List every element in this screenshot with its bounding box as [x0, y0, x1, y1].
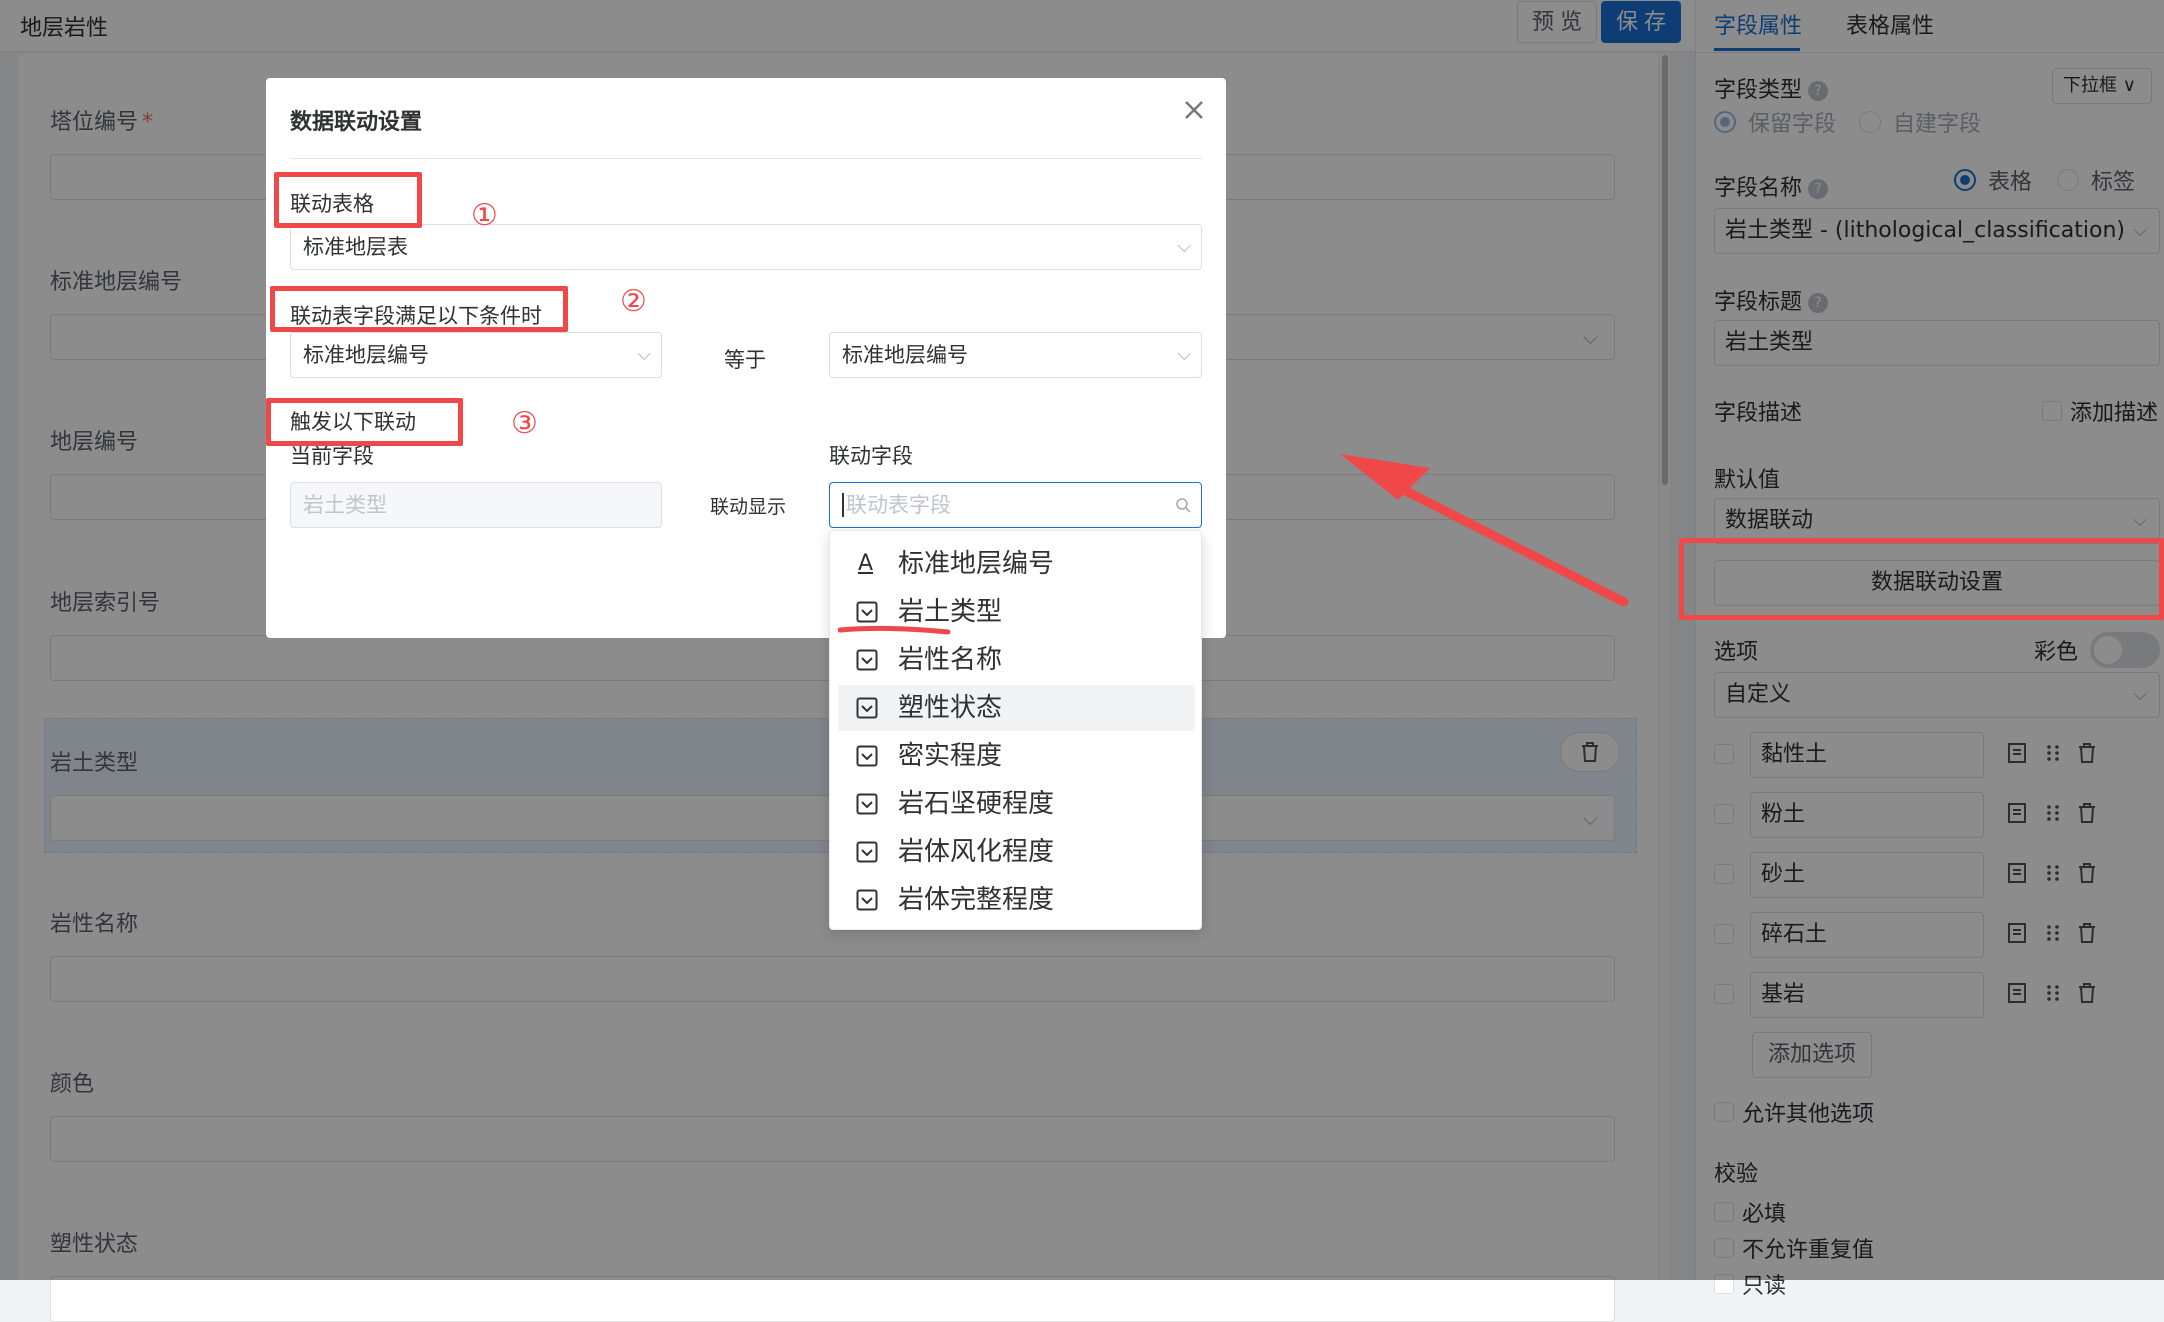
linked-field-dropdown: A 标准地层编号 岩土类型 岩性名称 塑性状态 密实程度 岩石坚硬程度 岩体风化程度 岩体完整程… [829, 530, 1202, 930]
select-icon [856, 841, 878, 863]
dropdown-item-label: 岩体完整程度 [898, 885, 1055, 915]
dropdown-item-label: 岩体风化程度 [898, 837, 1055, 867]
dropdown-item[interactable]: 塑性状态 [838, 685, 1195, 731]
dropdown-item-label: 岩石坚硬程度 [898, 789, 1055, 819]
dropdown-item-label: 密实程度 [898, 741, 1003, 771]
dropdown-item-label: 标准地层编号 [898, 549, 1055, 579]
annotation-underline [838, 625, 951, 635]
dropdown-item[interactable]: 密实程度 [838, 733, 1195, 779]
dropdown-item-label: 塑性状态 [898, 693, 1003, 723]
dropdown-item[interactable]: 岩体风化程度 [838, 829, 1195, 875]
dropdown-item[interactable]: 岩石坚硬程度 [838, 781, 1195, 827]
select-icon [856, 697, 878, 719]
field-input[interactable] [50, 1276, 1615, 1322]
dropdown-item[interactable]: A 标准地层编号 [838, 541, 1195, 587]
select-icon [856, 745, 878, 767]
dropdown-item-label: 岩性名称 [898, 645, 1003, 675]
select-icon [856, 601, 878, 623]
select-icon [856, 889, 878, 911]
select-icon [856, 793, 878, 815]
text-icon: A [858, 551, 874, 576]
dropdown-item[interactable]: 岩体完整程度 [838, 877, 1195, 923]
select-icon [856, 649, 878, 671]
